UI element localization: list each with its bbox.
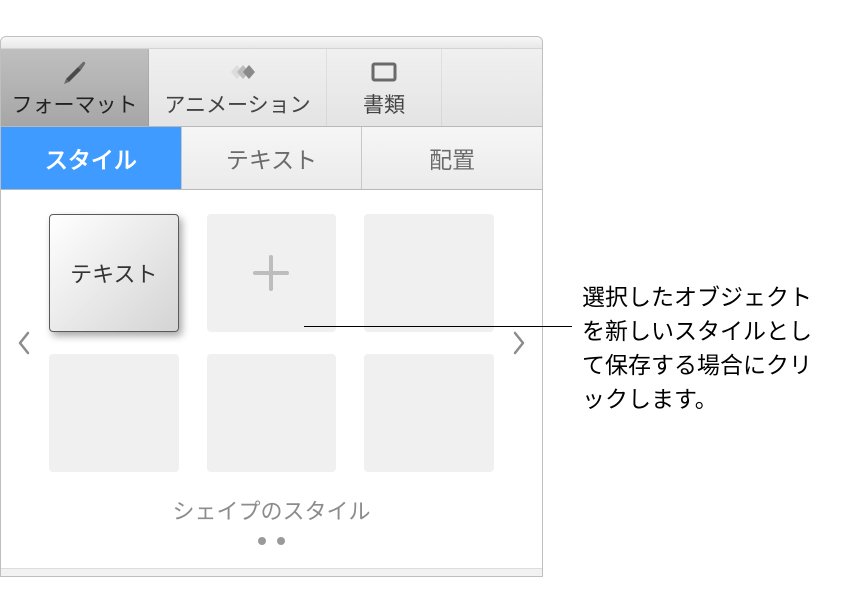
- window-titlebar: [1, 37, 542, 49]
- toolbar-document-label: 書類: [363, 89, 405, 119]
- tab-arrange[interactable]: 配置: [362, 127, 542, 189]
- panel-footer-divider: [1, 568, 542, 576]
- toolbar-animation-label: アニメーション: [164, 89, 310, 119]
- styles-prev-arrow[interactable]: [9, 283, 39, 403]
- style-tile-text[interactable]: テキスト: [49, 214, 179, 332]
- paintbrush-icon: [60, 57, 90, 87]
- style-tile-text-label: テキスト: [70, 257, 157, 289]
- diamond-motion-icon: [223, 57, 253, 87]
- toolbar-format[interactable]: フォーマット: [1, 49, 149, 126]
- styles-section: テキスト: [1, 190, 542, 568]
- document-rect-icon: [369, 57, 399, 87]
- callout-leader-line: [304, 326, 572, 327]
- inspector-tabs: スタイル テキスト 配置: [1, 127, 542, 190]
- style-tile-empty[interactable]: [49, 354, 179, 472]
- style-tile-add[interactable]: [207, 214, 337, 332]
- page-dot[interactable]: [277, 537, 285, 545]
- styles-grid: テキスト: [39, 206, 504, 480]
- callout-text: 選択したオブジェクトを新しいスタイルとして保存する場合にクリックします。: [582, 280, 828, 416]
- shape-styles-label: シェイプのスタイル: [9, 494, 534, 526]
- toolbar-animation[interactable]: アニメーション: [149, 49, 327, 126]
- styles-next-arrow[interactable]: [504, 283, 534, 403]
- page-dots: [9, 532, 534, 558]
- style-tile-empty[interactable]: [207, 354, 337, 472]
- style-tile-empty[interactable]: [364, 354, 494, 472]
- page-dot[interactable]: [258, 537, 266, 545]
- inspector-panel: フォーマット アニメーション 書類 スタイル テキスト 配置: [0, 36, 543, 577]
- plus-icon: [249, 251, 293, 295]
- tab-style[interactable]: スタイル: [1, 127, 182, 189]
- toolbar-format-label: フォーマット: [12, 89, 138, 119]
- styles-row: テキスト: [9, 206, 534, 480]
- toolbar-document[interactable]: 書類: [327, 49, 442, 126]
- inspector-toolbar: フォーマット アニメーション 書類: [1, 49, 542, 127]
- tab-text[interactable]: テキスト: [182, 127, 363, 189]
- style-tile-empty[interactable]: [364, 214, 494, 332]
